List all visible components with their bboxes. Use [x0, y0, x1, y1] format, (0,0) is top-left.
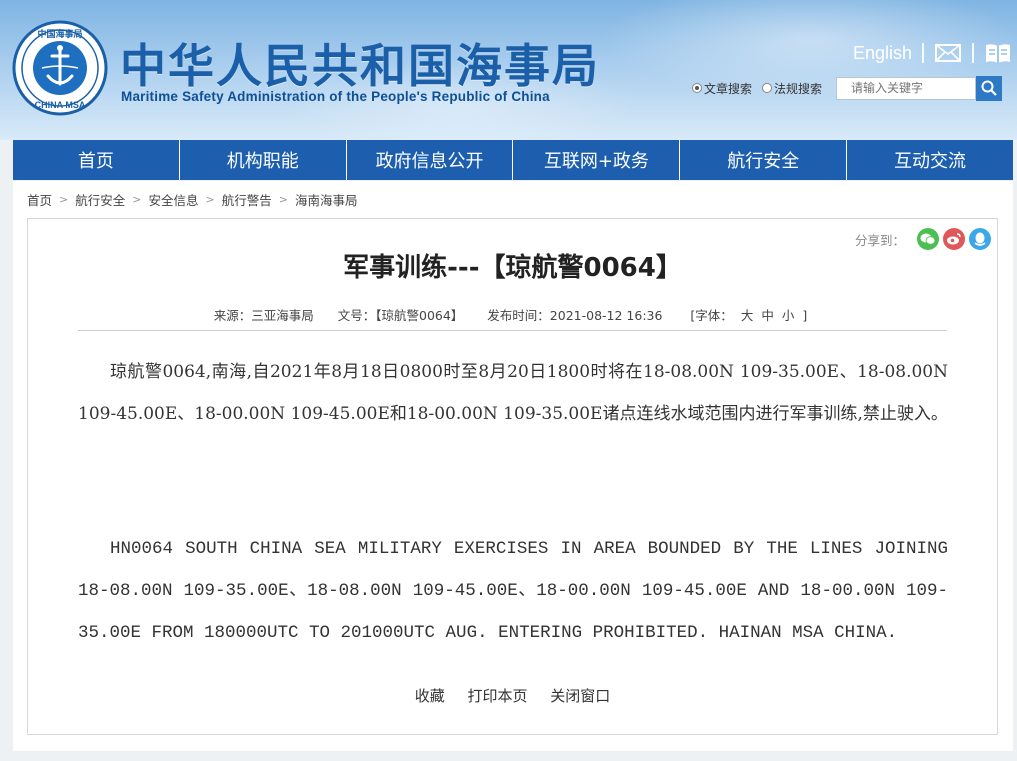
article-body-english: HN0064 SOUTH CHINA SEA MILITARY EXERCISE…	[78, 539, 948, 643]
top-link-separator	[972, 43, 974, 63]
breadcrumb-hainan-msa[interactable]: 海南海事局	[295, 190, 358, 209]
article-meta: 来源：三亚海事局 文号：【琼航警0064】 发布时间：2021-08-12 16…	[28, 305, 997, 324]
search-icon	[981, 80, 997, 96]
article-actions: 收藏 打印本页 关闭窗口	[28, 685, 997, 706]
msa-logo-icon[interactable]: 中国海事局 CHINA MSA	[12, 20, 108, 116]
font-size-large[interactable]: 大	[741, 308, 754, 323]
breadcrumb-separator: >	[205, 193, 215, 206]
title-divider	[78, 330, 947, 331]
logo-text-bottom: CHINA MSA	[35, 100, 86, 110]
main-nav: 首页 机构职能 政府信息公开 互联网+政务 航行安全 互动交流	[13, 140, 1013, 180]
site-title: 中华人民共和国海事局	[120, 39, 600, 93]
share-label: 分享到：	[854, 232, 905, 248]
breadcrumb-nav-warning[interactable]: 航行警告	[222, 190, 272, 209]
nav-item-home[interactable]: 首页	[13, 140, 180, 180]
mail-icon[interactable]	[934, 42, 962, 64]
font-size-label: [字体：	[690, 308, 733, 323]
font-size-close: ]	[802, 308, 808, 323]
radio-unselected-icon[interactable]	[762, 83, 773, 93]
close-window-link[interactable]: 关闭窗口	[550, 687, 610, 705]
search-option-article-label: 文章搜索	[704, 81, 753, 96]
top-link-separator	[922, 43, 924, 63]
article-body-chinese: 琼航警0064,南海,自2021年8月18日0800时至8月20日1800时将在…	[78, 362, 948, 424]
font-size-medium[interactable]: 中	[761, 308, 774, 323]
top-links: English	[853, 40, 1012, 66]
breadcrumb-separator: >	[132, 193, 142, 206]
logo-text-top: 中国海事局	[37, 28, 82, 40]
meta-publish-time: 发布时间：2021-08-12 16:36	[487, 308, 663, 323]
site-header: 中国海事局 CHINA MSA 中华人民共和国海事局 Maritime Safe…	[0, 0, 1017, 140]
english-link[interactable]: English	[853, 43, 912, 64]
breadcrumb-safety-info[interactable]: 安全信息	[148, 190, 198, 209]
book-icon[interactable]	[984, 42, 1012, 64]
search-option-law-label: 法规搜索	[774, 81, 823, 96]
nav-item-gov-info[interactable]: 政府信息公开	[347, 140, 514, 180]
search-area: 文章搜索 法规搜索	[692, 75, 1003, 101]
main-content: 分享到： 军事训练---【琼航警0064】 来源：三亚海事局 文号：【琼航警00…	[13, 218, 1013, 751]
breadcrumb-separator: >	[278, 193, 288, 206]
breadcrumb: 首页 > 航行安全 > 安全信息 > 航行警告 > 海南海事局	[13, 181, 1013, 218]
print-link[interactable]: 打印本页	[467, 687, 527, 705]
search-option-article[interactable]: 文章搜索	[692, 80, 752, 97]
nav-item-interaction[interactable]: 互动交流	[847, 140, 1013, 180]
meta-doc-number: 文号：【琼航警0064】	[337, 308, 464, 323]
breadcrumb-home[interactable]: 首页	[27, 190, 52, 209]
breadcrumb-separator: >	[59, 193, 69, 206]
nav-item-internet-gov[interactable]: 互联网+政务	[513, 140, 681, 180]
favorite-link[interactable]: 收藏	[415, 687, 445, 705]
nav-item-functions[interactable]: 机构职能	[180, 140, 347, 180]
search-input[interactable]	[836, 76, 977, 100]
search-option-law[interactable]: 法规搜索	[762, 80, 822, 97]
font-size-controls: [字体： 大中小]	[686, 308, 811, 323]
search-button[interactable]	[976, 75, 1003, 101]
font-size-small[interactable]: 小	[782, 308, 795, 323]
article-title: 军事训练---【琼航警0064】	[343, 253, 682, 283]
meta-source: 来源：三亚海事局	[213, 308, 314, 323]
radio-selected-icon[interactable]	[692, 83, 702, 93]
nav-item-nav-safety[interactable]: 航行安全	[680, 140, 848, 180]
site-subtitle: Maritime Safety Administration of the Pe…	[121, 89, 550, 104]
breadcrumb-nav-safety[interactable]: 航行安全	[75, 190, 125, 209]
article-card: 分享到： 军事训练---【琼航警0064】 来源：三亚海事局 文号：【琼航警00…	[27, 218, 998, 735]
